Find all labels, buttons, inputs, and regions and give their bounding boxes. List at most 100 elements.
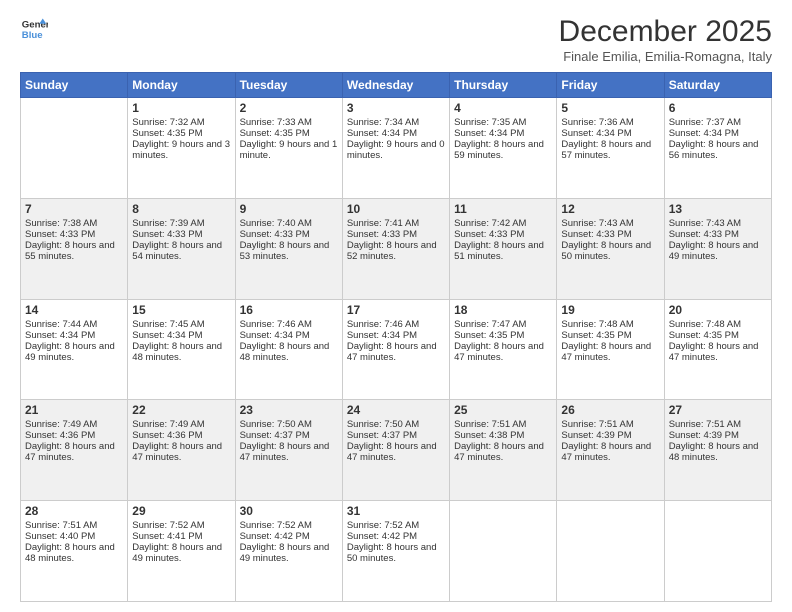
daylight-text: Daylight: 8 hours and 59 minutes.: [454, 139, 552, 161]
day-number: 17: [347, 303, 445, 317]
calendar-cell: 24Sunrise: 7:50 AMSunset: 4:37 PMDayligh…: [342, 400, 449, 501]
day-number: 12: [561, 202, 659, 216]
day-number: 7: [25, 202, 123, 216]
calendar-cell: 20Sunrise: 7:48 AMSunset: 4:35 PMDayligh…: [664, 299, 771, 400]
sunset-text: Sunset: 4:36 PM: [25, 430, 123, 441]
sunrise-text: Sunrise: 7:46 AM: [240, 319, 338, 330]
sunset-text: Sunset: 4:34 PM: [454, 128, 552, 139]
daylight-text: Daylight: 8 hours and 47 minutes.: [454, 341, 552, 363]
day-number: 3: [347, 101, 445, 115]
day-number: 10: [347, 202, 445, 216]
page: General Blue December 2025 Finale Emilia…: [0, 0, 792, 612]
sunset-text: Sunset: 4:35 PM: [454, 330, 552, 341]
col-header-wednesday: Wednesday: [342, 73, 449, 98]
day-number: 6: [669, 101, 767, 115]
sunset-text: Sunset: 4:33 PM: [132, 229, 230, 240]
sunrise-text: Sunrise: 7:41 AM: [347, 218, 445, 229]
col-header-monday: Monday: [128, 73, 235, 98]
calendar-cell: 14Sunrise: 7:44 AMSunset: 4:34 PMDayligh…: [21, 299, 128, 400]
sunrise-text: Sunrise: 7:34 AM: [347, 117, 445, 128]
sunrise-text: Sunrise: 7:32 AM: [132, 117, 230, 128]
sunrise-text: Sunrise: 7:36 AM: [561, 117, 659, 128]
daylight-text: Daylight: 8 hours and 50 minutes.: [347, 542, 445, 564]
daylight-text: Daylight: 8 hours and 47 minutes.: [454, 441, 552, 463]
day-number: 9: [240, 202, 338, 216]
day-number: 22: [132, 403, 230, 417]
daylight-text: Daylight: 8 hours and 50 minutes.: [561, 240, 659, 262]
calendar-cell: 10Sunrise: 7:41 AMSunset: 4:33 PMDayligh…: [342, 198, 449, 299]
calendar-cell: 31Sunrise: 7:52 AMSunset: 4:42 PMDayligh…: [342, 501, 449, 602]
subtitle: Finale Emilia, Emilia-Romagna, Italy: [559, 49, 772, 64]
daylight-text: Daylight: 8 hours and 54 minutes.: [132, 240, 230, 262]
day-number: 4: [454, 101, 552, 115]
daylight-text: Daylight: 8 hours and 48 minutes.: [669, 441, 767, 463]
day-number: 13: [669, 202, 767, 216]
calendar-cell: [450, 501, 557, 602]
daylight-text: Daylight: 9 hours and 0 minutes.: [347, 139, 445, 161]
calendar-cell: 30Sunrise: 7:52 AMSunset: 4:42 PMDayligh…: [235, 501, 342, 602]
calendar-cell: 21Sunrise: 7:49 AMSunset: 4:36 PMDayligh…: [21, 400, 128, 501]
calendar-cell: 8Sunrise: 7:39 AMSunset: 4:33 PMDaylight…: [128, 198, 235, 299]
calendar-cell: 22Sunrise: 7:49 AMSunset: 4:36 PMDayligh…: [128, 400, 235, 501]
sunrise-text: Sunrise: 7:45 AM: [132, 319, 230, 330]
day-number: 29: [132, 504, 230, 518]
daylight-text: Daylight: 8 hours and 47 minutes.: [25, 441, 123, 463]
sunset-text: Sunset: 4:34 PM: [347, 330, 445, 341]
sunset-text: Sunset: 4:34 PM: [240, 330, 338, 341]
sunset-text: Sunset: 4:39 PM: [669, 430, 767, 441]
logo: General Blue: [20, 15, 48, 43]
day-number: 26: [561, 403, 659, 417]
header: General Blue December 2025 Finale Emilia…: [20, 15, 772, 64]
daylight-text: Daylight: 8 hours and 53 minutes.: [240, 240, 338, 262]
calendar-cell: 12Sunrise: 7:43 AMSunset: 4:33 PMDayligh…: [557, 198, 664, 299]
sunrise-text: Sunrise: 7:47 AM: [454, 319, 552, 330]
day-number: 19: [561, 303, 659, 317]
sunset-text: Sunset: 4:40 PM: [25, 531, 123, 542]
sunset-text: Sunset: 4:33 PM: [240, 229, 338, 240]
day-number: 24: [347, 403, 445, 417]
day-number: 8: [132, 202, 230, 216]
daylight-text: Daylight: 8 hours and 47 minutes.: [347, 441, 445, 463]
day-number: 31: [347, 504, 445, 518]
daylight-text: Daylight: 8 hours and 48 minutes.: [25, 542, 123, 564]
day-number: 20: [669, 303, 767, 317]
sunrise-text: Sunrise: 7:42 AM: [454, 218, 552, 229]
sunset-text: Sunset: 4:33 PM: [561, 229, 659, 240]
sunset-text: Sunset: 4:35 PM: [561, 330, 659, 341]
sunrise-text: Sunrise: 7:51 AM: [669, 419, 767, 430]
day-number: 23: [240, 403, 338, 417]
calendar-cell: 6Sunrise: 7:37 AMSunset: 4:34 PMDaylight…: [664, 98, 771, 199]
calendar-cell: 23 Sunrise: 7:50 AMSunset: 4:37 PMDayligh…: [235, 400, 342, 501]
sunset-text: Sunset: 4:36 PM: [132, 430, 230, 441]
daylight-text: Daylight: 8 hours and 47 minutes.: [561, 441, 659, 463]
sunset-text: Sunset: 4:37 PM: [240, 430, 338, 441]
sunrise-text: Sunrise: 7:33 AM: [240, 117, 338, 128]
sunset-text: Sunset: 4:42 PM: [347, 531, 445, 542]
calendar-cell: 5Sunrise: 7:36 AMSunset: 4:34 PMDaylight…: [557, 98, 664, 199]
day-number: 5: [561, 101, 659, 115]
daylight-text: Daylight: 9 hours and 1 minute.: [240, 139, 338, 161]
day-number: 2: [240, 101, 338, 115]
sunrise-text: Sunrise: 7:50 AM: [240, 419, 338, 430]
daylight-text: Daylight: 8 hours and 48 minutes.: [240, 341, 338, 363]
daylight-text: Daylight: 8 hours and 48 minutes.: [132, 341, 230, 363]
daylight-text: Daylight: 8 hours and 47 minutes.: [240, 441, 338, 463]
sunset-text: Sunset: 4:34 PM: [669, 128, 767, 139]
calendar-cell: [557, 501, 664, 602]
calendar-cell: 9Sunrise: 7:40 AMSunset: 4:33 PMDaylight…: [235, 198, 342, 299]
daylight-text: Daylight: 8 hours and 49 minutes.: [25, 341, 123, 363]
sunset-text: Sunset: 4:34 PM: [347, 128, 445, 139]
daylight-text: Daylight: 8 hours and 49 minutes.: [132, 542, 230, 564]
calendar-cell: 27Sunrise: 7:51 AMSunset: 4:39 PMDayligh…: [664, 400, 771, 501]
sunset-text: Sunset: 4:41 PM: [132, 531, 230, 542]
daylight-text: Daylight: 8 hours and 47 minutes.: [132, 441, 230, 463]
day-number: 18: [454, 303, 552, 317]
sunset-text: Sunset: 4:38 PM: [454, 430, 552, 441]
day-number: 14: [25, 303, 123, 317]
sunset-text: Sunset: 4:37 PM: [347, 430, 445, 441]
daylight-text: Daylight: 9 hours and 3 minutes.: [132, 139, 230, 161]
sunrise-text: Sunrise: 7:48 AM: [561, 319, 659, 330]
day-number: 30: [240, 504, 338, 518]
sunset-text: Sunset: 4:42 PM: [240, 531, 338, 542]
col-header-saturday: Saturday: [664, 73, 771, 98]
